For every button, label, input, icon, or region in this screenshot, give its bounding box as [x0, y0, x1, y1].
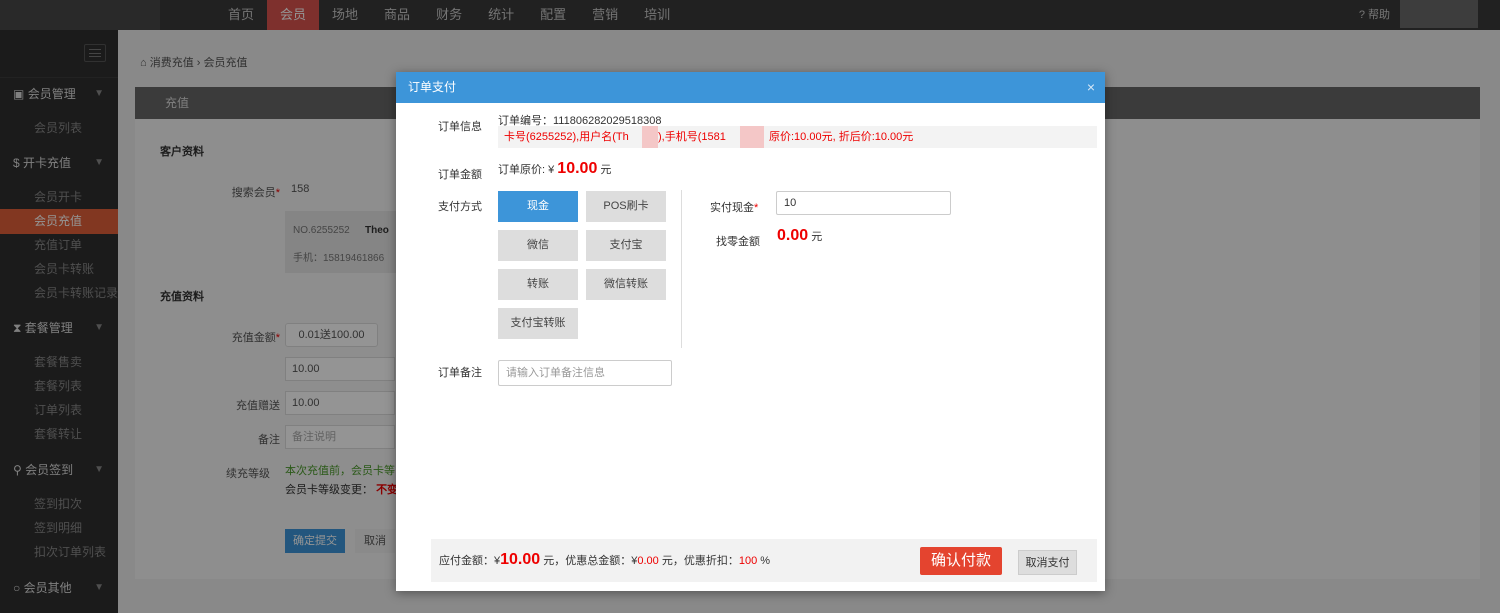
cancel-payment-button[interactable]: 取消支付 — [1018, 550, 1077, 575]
confirm-payment-button[interactable]: 确认付款 — [920, 547, 1002, 575]
close-icon[interactable]: × — [1087, 72, 1095, 103]
pay-alipay-button[interactable]: 支付宝 — [586, 230, 666, 261]
pay-pos-button[interactable]: POS刷卡 — [586, 191, 666, 222]
cash-label: 实付现金* — [710, 202, 759, 214]
order-amount: 订单原价: ¥ 10.00 元 — [498, 160, 612, 177]
payment-summary: 应付金额：¥10.00 元，优惠总金额：¥0.00 元，优惠折扣：100 % — [439, 551, 771, 568]
modal-header: 订单支付 × — [396, 72, 1105, 103]
cash-input[interactable]: 10 — [776, 191, 951, 215]
order-remark-label: 订单备注 — [438, 367, 482, 379]
payment-modal: 订单支付 × 订单信息 订单编号：111806282029518308 卡号(6… — [396, 72, 1105, 591]
order-amount-label: 订单金额 — [438, 169, 482, 181]
pay-method-label: 支付方式 — [438, 201, 482, 213]
change-label: 找零金额 — [716, 236, 760, 248]
modal-title: 订单支付 — [408, 80, 457, 94]
order-info-label: 订单信息 — [438, 121, 482, 133]
pay-wechat-transfer-button[interactable]: 微信转账 — [586, 269, 666, 300]
pay-wechat-button[interactable]: 微信 — [498, 230, 578, 261]
modal-footer: 应付金额：¥10.00 元，优惠总金额：¥0.00 元，优惠折扣：100 % 确… — [431, 539, 1097, 582]
divider — [681, 190, 682, 348]
pay-cash-button[interactable]: 现金 — [498, 191, 578, 222]
change-amount: 0.00 元 — [777, 227, 823, 244]
pay-transfer-button[interactable]: 转账 — [498, 269, 578, 300]
pay-alipay-transfer-button[interactable]: 支付宝转账 — [498, 308, 578, 339]
order-detail: 卡号(6255252),用户名(Th ),手机号(1581 原价:10.00元,… — [498, 126, 1097, 148]
order-remark-input[interactable]: 请输入订单备注信息 — [498, 360, 672, 386]
